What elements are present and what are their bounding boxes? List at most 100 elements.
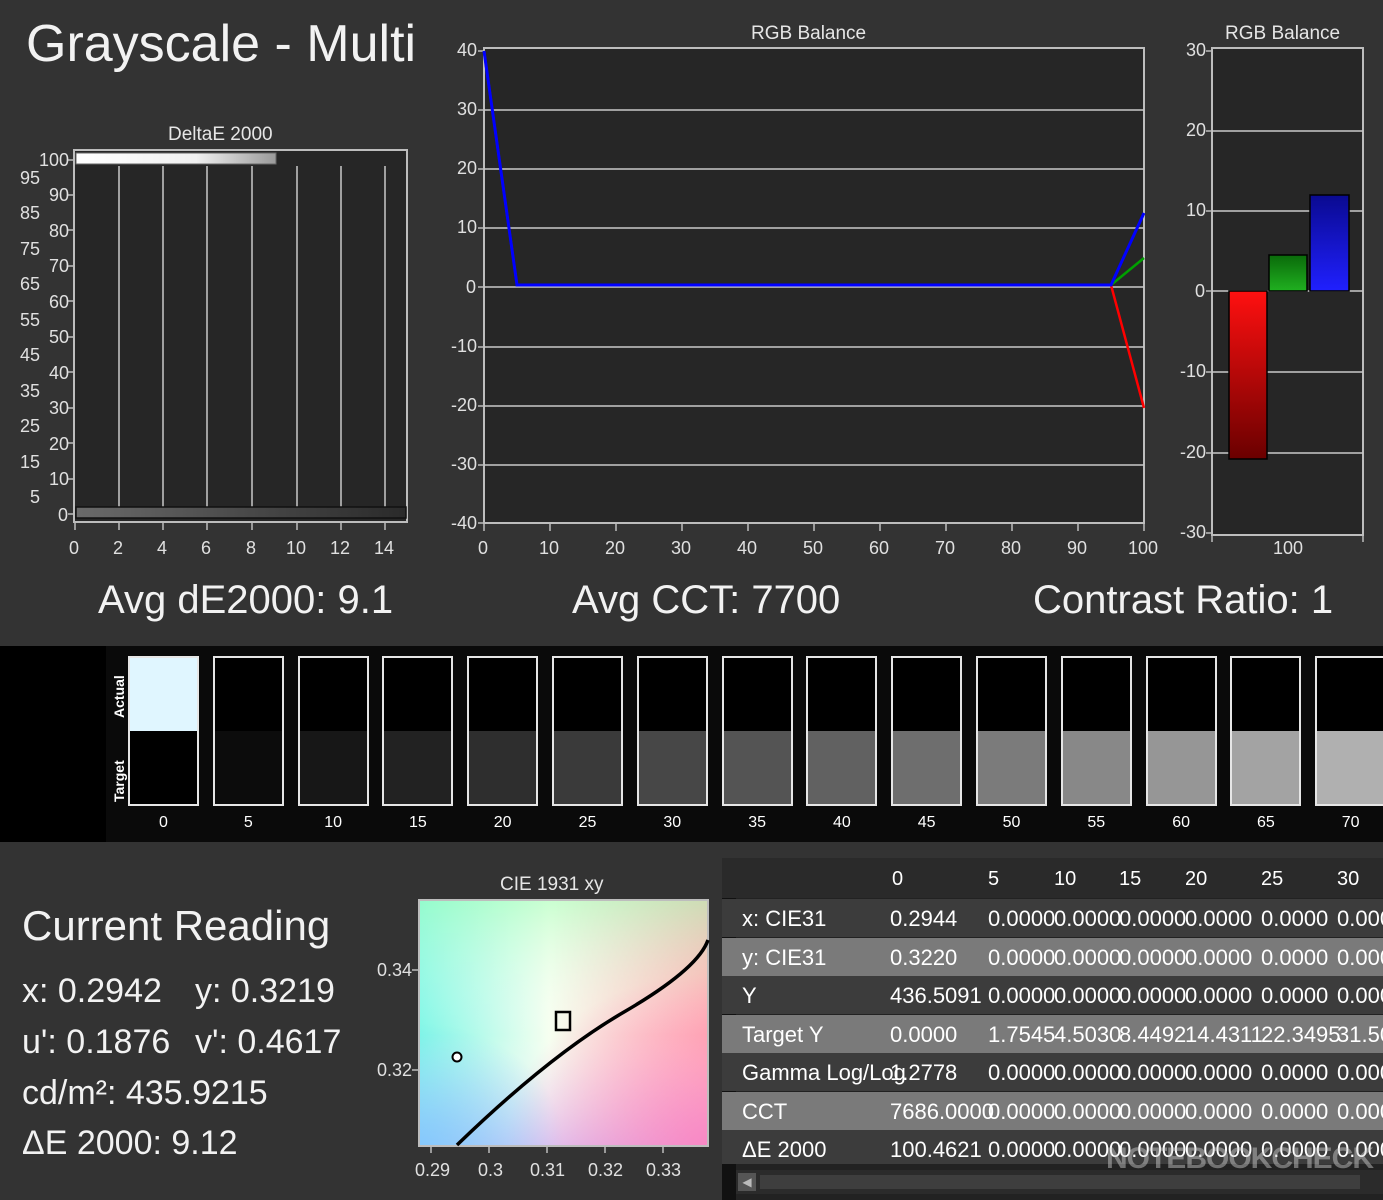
rgb-line-xtick: 90 bbox=[1067, 538, 1088, 558]
delta-ytick: 70 bbox=[49, 256, 70, 276]
table-cell: 4.5030 bbox=[1054, 1021, 1122, 1047]
scroll-left-arrow-icon[interactable]: ◀ bbox=[738, 1173, 756, 1191]
delta-xtick: 4 bbox=[157, 538, 168, 558]
table-cell: 0.000 bbox=[1337, 906, 1383, 931]
grayscale-swatch bbox=[212, 656, 284, 806]
rgb-line-xtick: 80 bbox=[1001, 538, 1022, 558]
table-header-cell: 25 bbox=[1261, 868, 1284, 890]
swatch-actual bbox=[384, 658, 452, 731]
swatch-label: 5 bbox=[243, 814, 253, 831]
swatch-label: 60 bbox=[1172, 814, 1190, 831]
table-row: CCT 7686.0000 0.0000 0.0000 0.0000 0.0000 0.00… bbox=[722, 1091, 1383, 1130]
page-title: Grayscale - Multi bbox=[26, 15, 417, 73]
contrast-stat: Contrast Ratio: 1 bbox=[1033, 578, 1334, 622]
delta-ytick: 80 bbox=[49, 221, 70, 241]
table-row: x: CIE31 0.2944 0.0000 0.0000 0.0000 0.0000 0.… bbox=[722, 899, 1383, 937]
table-cell: 0.0000 bbox=[988, 1137, 1056, 1162]
table-cell: 100.4621 bbox=[890, 1137, 982, 1162]
rgb-line-xtick: 40 bbox=[737, 538, 758, 558]
swatch-target bbox=[384, 731, 452, 804]
swatch-actual bbox=[808, 658, 876, 731]
swatch-target bbox=[978, 731, 1045, 804]
swatch-actual bbox=[130, 658, 197, 731]
scrollbar-thumb[interactable] bbox=[760, 1175, 1360, 1189]
delta-ytick: 5 bbox=[30, 487, 41, 507]
table-cell: 0.0000 bbox=[1119, 1060, 1187, 1085]
table-cell: 0.0000 bbox=[1119, 983, 1187, 1008]
grayscale-swatch bbox=[467, 656, 539, 806]
delta-bar-bottom bbox=[75, 506, 407, 519]
rgb-bar-ytick: -30 bbox=[1180, 522, 1207, 542]
reading-x: x: 0.2942 bbox=[22, 972, 162, 1010]
swatch-actual bbox=[1147, 658, 1215, 731]
swatch-target bbox=[214, 731, 282, 804]
rgb-bar-xtick: 100 bbox=[1273, 538, 1304, 558]
watermark: NOTEBOOKCHECK bbox=[1105, 1142, 1374, 1175]
swatch-actual bbox=[299, 658, 367, 731]
swatch-actual bbox=[723, 658, 791, 731]
swatch-label: 0 bbox=[159, 814, 168, 831]
swatch-target bbox=[1232, 731, 1300, 804]
grayscale-swatch bbox=[636, 656, 708, 806]
cie-ytick: 0.32 bbox=[377, 1060, 413, 1080]
swatch-actual bbox=[214, 658, 282, 731]
table-cell: 0.000 bbox=[1337, 1060, 1383, 1085]
delta-xtick: 2 bbox=[113, 538, 124, 558]
rgb-bar-blue bbox=[1309, 194, 1350, 292]
table-cell: 0.000 bbox=[1337, 944, 1383, 970]
delta-xtick: 14 bbox=[374, 538, 395, 558]
table-header-cell: 30 bbox=[1337, 868, 1360, 890]
table-cell: 0.0000 bbox=[1054, 1060, 1122, 1085]
delta-xtick: 12 bbox=[330, 538, 351, 558]
delta-ytick: 85 bbox=[20, 203, 41, 223]
swatch-actual bbox=[1062, 658, 1130, 731]
delta-ytick: 30 bbox=[49, 398, 70, 418]
table-cell: 0.0000 bbox=[1054, 944, 1122, 970]
rgb-line-xtick: 60 bbox=[869, 538, 890, 558]
table-cell: 0.0000 bbox=[988, 944, 1056, 970]
swatch-actual bbox=[1232, 658, 1300, 731]
delta-ytick: 0 bbox=[58, 505, 69, 525]
cie-xtick: 0.33 bbox=[646, 1160, 682, 1180]
rgb-line-xtick: 0 bbox=[478, 538, 489, 558]
delta-ytick: 75 bbox=[20, 239, 41, 259]
table-cell: 0.000 bbox=[1337, 1098, 1383, 1124]
table-cell: 0.0000 bbox=[988, 1098, 1056, 1124]
swatch-target bbox=[1062, 731, 1130, 804]
rgb-line-xtick: 10 bbox=[539, 538, 560, 558]
swatch-target bbox=[808, 731, 876, 804]
table-header-cell: 5 bbox=[988, 868, 1000, 890]
delta-ytick: 35 bbox=[20, 381, 41, 401]
table-cell: 0.2944 bbox=[890, 906, 958, 931]
rgb-bar-chart bbox=[1206, 47, 1364, 542]
rgb-line-xtick: 50 bbox=[803, 538, 824, 558]
swatch-actual bbox=[554, 658, 621, 731]
swatch-target bbox=[638, 731, 706, 804]
rgb-line-ytick: -40 bbox=[451, 513, 478, 533]
cie-xtick: 0.31 bbox=[530, 1160, 566, 1180]
swatch-actual bbox=[638, 658, 706, 731]
delta-ytick: 60 bbox=[49, 292, 70, 312]
table-row-label: Gamma Log/Log bbox=[742, 1060, 906, 1085]
cie-xtick: 0.3 bbox=[478, 1160, 504, 1180]
table-cell: 0.0000 bbox=[1185, 983, 1253, 1008]
swatch-target bbox=[554, 731, 621, 804]
table-row-label: ΔE 2000 bbox=[742, 1137, 827, 1162]
table-cell: 1.7545 bbox=[988, 1021, 1056, 1047]
swatch-label: 55 bbox=[1087, 814, 1106, 831]
avg-de-stat: Avg dE2000: 9.1 bbox=[98, 578, 394, 622]
rgb-bar-ytick: -20 bbox=[1180, 442, 1207, 462]
rgb-line-ytick: -10 bbox=[451, 336, 478, 356]
table-row-label: x: CIE31 bbox=[742, 906, 827, 931]
table-header-cell: 15 bbox=[1119, 868, 1142, 890]
swatch-label: 30 bbox=[663, 814, 682, 831]
swatch-target bbox=[723, 731, 791, 804]
reading-v: v': 0.4617 bbox=[195, 1023, 342, 1061]
table-row-label: Target Y bbox=[742, 1021, 824, 1047]
swatch-label: 40 bbox=[832, 814, 851, 831]
grayscale-swatch bbox=[721, 656, 793, 806]
rgb-line-ytick: 30 bbox=[457, 99, 478, 119]
swatch-label: 65 bbox=[1256, 814, 1275, 831]
rgb-line-xtick: 70 bbox=[935, 538, 956, 558]
rgb-line-xtick: 20 bbox=[605, 538, 626, 558]
